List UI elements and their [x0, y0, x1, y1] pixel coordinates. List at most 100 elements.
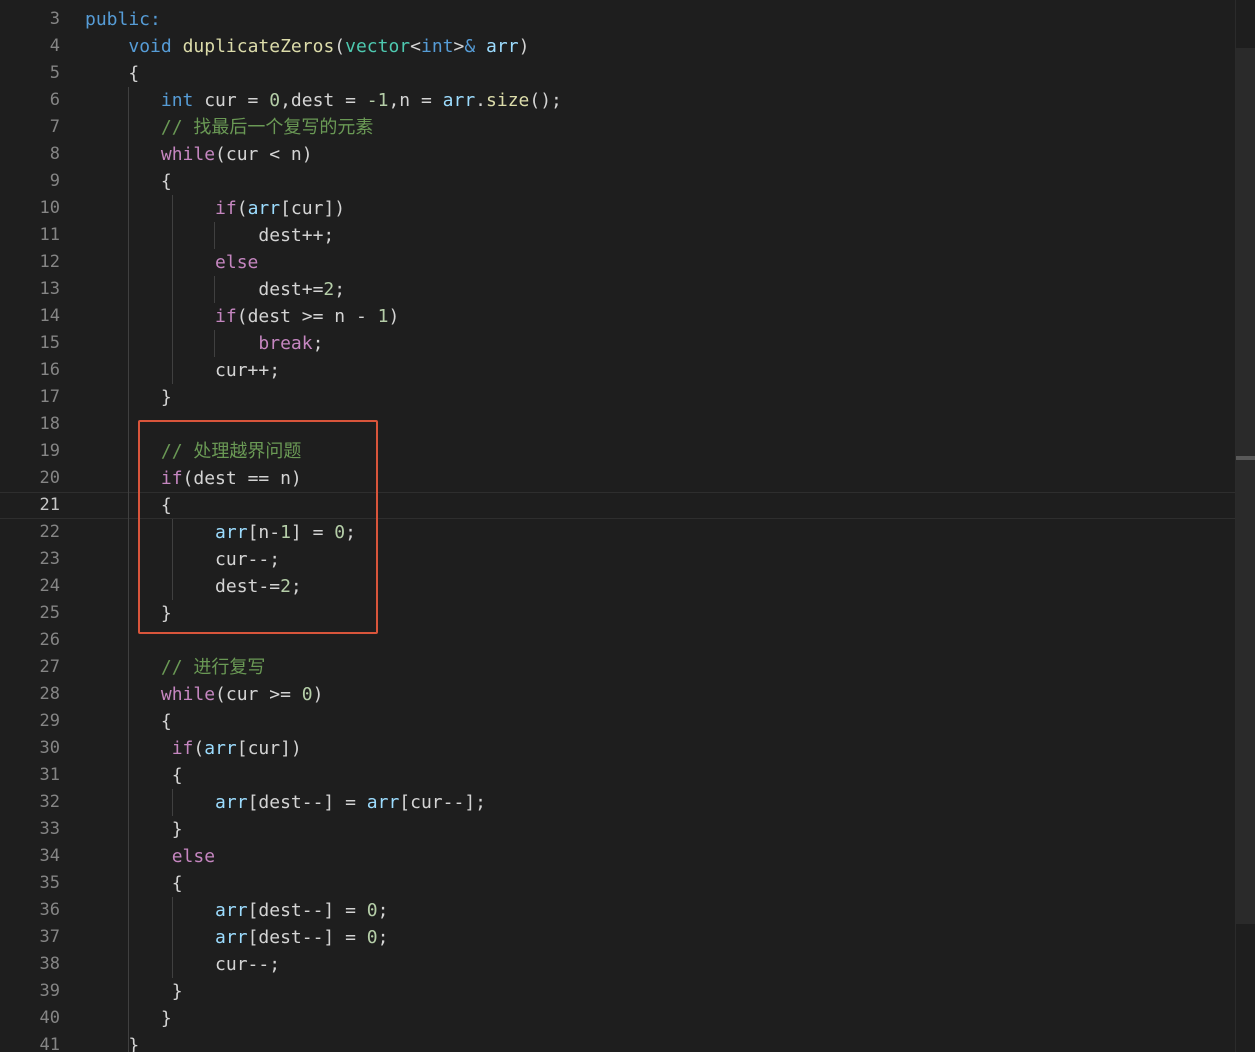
number-token: 0 — [301, 684, 313, 705]
code-line[interactable]: if(arr[cur]) — [0, 735, 1235, 762]
code-line[interactable]: { — [0, 60, 1235, 87]
code-text: dest+= — [85, 279, 324, 300]
code-text: ( — [193, 738, 205, 759]
variable-token: arr — [486, 36, 519, 57]
code-line[interactable]: } — [0, 384, 1235, 411]
code-line[interactable]: dest+=2; — [0, 276, 1235, 303]
code-text: (dest >= n - — [236, 306, 378, 327]
code-text: ) — [312, 684, 324, 705]
keyword-token: int — [160, 90, 194, 111]
code-line[interactable]: else — [0, 843, 1235, 870]
annotation-highlight-box — [138, 420, 378, 634]
comment-token: // 找最后一个复写的元素 — [160, 117, 374, 138]
code-text: [cur--]; — [399, 792, 486, 813]
code-line[interactable]: } — [0, 1005, 1235, 1032]
code-line[interactable]: cur++; — [0, 357, 1235, 384]
code-text: (cur >= — [215, 684, 302, 705]
code-line[interactable]: // 找最后一个复写的元素 — [0, 114, 1235, 141]
keyword-token: void — [128, 36, 172, 57]
keyword-token: int — [421, 36, 454, 57]
function-name-token: duplicateZeros — [182, 36, 335, 57]
code-text: [cur]) — [236, 738, 302, 759]
code-text: ( — [236, 198, 248, 219]
control-keyword-token: break — [258, 333, 313, 354]
code-line[interactable]: { — [0, 762, 1235, 789]
variable-token: arr — [215, 927, 248, 948]
code-line[interactable]: cur--; — [0, 951, 1235, 978]
code-text: ; — [334, 279, 346, 300]
control-keyword-token: else — [171, 846, 216, 867]
code-text: ; — [312, 333, 324, 354]
code-line[interactable]: if(dest >= n - 1) — [0, 303, 1235, 330]
code-text: (); — [529, 90, 562, 111]
variable-token: arr — [215, 792, 248, 813]
code-text: . — [475, 90, 487, 111]
code-line[interactable]: arr[dest--] = 0; — [0, 924, 1235, 951]
number-token: 0 — [269, 90, 281, 111]
code-line[interactable]: while(cur < n) — [0, 141, 1235, 168]
code-line[interactable]: { — [0, 708, 1235, 735]
code-line[interactable]: dest++; — [0, 222, 1235, 249]
code-line[interactable]: // 进行复写 — [0, 654, 1235, 681]
code-line[interactable]: int cur = 0,dest = -1,n = arr.size(); — [0, 87, 1235, 114]
code-line[interactable]: void duplicateZeros(vector<int>& arr) — [0, 33, 1235, 60]
code-line[interactable]: public: — [0, 6, 1235, 33]
code-line[interactable]: } — [0, 816, 1235, 843]
code-text: ,n = — [388, 90, 443, 111]
indent-guide — [172, 897, 173, 978]
code-text: } — [85, 1035, 140, 1052]
code-text: { — [85, 765, 183, 786]
code-line[interactable]: } — [0, 978, 1235, 1005]
code-text: ,dest = — [280, 90, 367, 111]
variable-token: arr — [204, 738, 237, 759]
code-text: { — [85, 873, 183, 894]
variable-token: arr — [215, 900, 248, 921]
indent-guide — [172, 789, 173, 816]
vertical-scrollbar-thumb[interactable] — [1236, 48, 1255, 924]
variable-token: arr — [366, 792, 400, 813]
code-line[interactable]: while(cur >= 0) — [0, 681, 1235, 708]
code-line[interactable]: break; — [0, 330, 1235, 357]
code-text: } — [85, 819, 183, 840]
code-text: ; — [377, 927, 389, 948]
code-text: cur++; — [85, 360, 281, 381]
indent-guide — [214, 276, 215, 303]
code-editor[interactable]: 3 4 5 6 7 8 9 10 11 12 13 14 15 16 17 18 19 20 21 22 23 24 25 2… — [0, 0, 1255, 1052]
number-token: 1 — [377, 306, 389, 327]
code-line[interactable]: { — [0, 870, 1235, 897]
control-keyword-token: if — [215, 198, 237, 219]
code-line[interactable]: arr[dest--] = 0; — [0, 897, 1235, 924]
code-text: [dest--] = — [247, 927, 367, 948]
code-line[interactable]: else — [0, 249, 1235, 276]
code-line[interactable]: arr[dest--] = arr[cur--]; — [0, 789, 1235, 816]
control-keyword-token: if — [215, 306, 237, 327]
code-text: (cur < n) — [215, 144, 313, 165]
indent-guide — [214, 222, 215, 249]
keyword-token: public: — [85, 9, 161, 30]
comment-token: // 进行复写 — [160, 657, 266, 678]
code-text: ) — [388, 306, 400, 327]
code-line[interactable]: { — [0, 168, 1235, 195]
scrollbar-cursor-marker — [1236, 456, 1255, 460]
code-text: dest++; — [85, 225, 335, 246]
control-keyword-token: else — [215, 252, 259, 273]
code-line[interactable]: } — [0, 1032, 1235, 1052]
code-text: > — [453, 36, 465, 57]
control-keyword-token: while — [160, 144, 216, 165]
indent-guide — [214, 330, 215, 357]
number-token: -1 — [366, 90, 389, 111]
code-line[interactable]: if(arr[cur]) — [0, 195, 1235, 222]
code-text: ( — [334, 36, 346, 57]
control-keyword-token: while — [160, 684, 216, 705]
